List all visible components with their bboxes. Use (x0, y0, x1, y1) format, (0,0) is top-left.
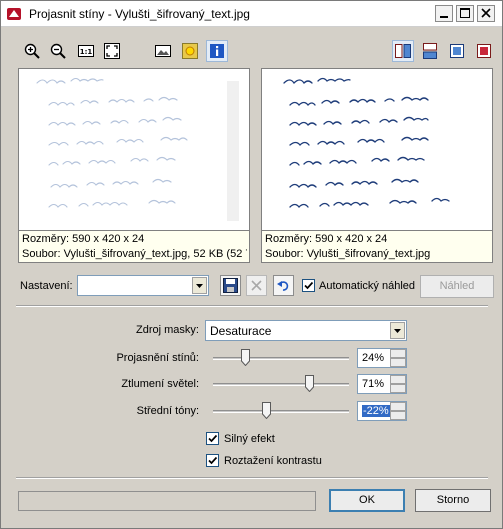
shadow-brighten-value[interactable]: 24% (362, 352, 384, 364)
zoom-out-icon (50, 43, 66, 59)
original-file-info: Soubor: Vylušti_šifrovaný_text.jpg, 52 K… (22, 248, 247, 260)
spin-up-button[interactable] (390, 402, 406, 411)
preview-button[interactable]: Náhled (420, 275, 494, 298)
highlight-dim-thumb[interactable] (305, 375, 314, 392)
info-button[interactable] (206, 40, 228, 62)
mask-source-dropdown-button[interactable] (390, 322, 405, 339)
midtones-label: Střední tóny: (136, 405, 199, 417)
window-title: Projasnit stíny - Vylušti_šifrovaný_text… (29, 7, 250, 21)
cancel-button[interactable]: Storno (415, 489, 491, 512)
preset-label: Nastavení: (20, 280, 73, 292)
chevron-down-icon (394, 329, 401, 333)
compare-image-button[interactable] (152, 40, 174, 62)
split-vertical-button[interactable] (392, 40, 414, 62)
handwriting-image-enhanced (283, 77, 450, 208)
mask-source-value: Desaturace (210, 324, 272, 338)
checkmark-icon (208, 456, 218, 465)
preset-select[interactable] (77, 275, 209, 296)
split-horizontal-button[interactable] (419, 40, 441, 62)
delete-preset-button[interactable] (246, 275, 267, 296)
mask-source-select[interactable]: Desaturace (205, 320, 407, 341)
separator (16, 305, 488, 307)
stretch-contrast-checkbox[interactable] (206, 454, 219, 467)
preset-dropdown-button[interactable] (192, 277, 207, 294)
mask-source-label: Zdroj masky: (136, 324, 199, 336)
shadow-brighten-spinner[interactable]: 24% (357, 348, 407, 368)
shadow-brighten-label: Projasnění stínů: (116, 352, 199, 364)
preview-only-icon (477, 44, 491, 58)
ok-button[interactable]: OK (329, 489, 405, 512)
highlight-dim-label: Ztlumení světel: (121, 378, 199, 390)
zoom-in-button[interactable] (21, 40, 43, 62)
preview-image (262, 69, 492, 231)
preview-image-pane: Rozměry: 590 x 420 x 24 Soubor: Vylušti_… (261, 68, 493, 263)
split-horizontal-icon (423, 43, 437, 59)
stretch-contrast-label: Roztažení kontrastu (224, 455, 322, 467)
minimize-button[interactable] (435, 5, 453, 22)
midtones-value[interactable]: -22% (362, 405, 390, 417)
single-view-button[interactable] (446, 40, 468, 62)
spin-down-button[interactable] (390, 411, 406, 420)
auto-preview-checkbox[interactable] (302, 279, 315, 292)
svg-text:1:1: 1:1 (80, 48, 93, 56)
maximize-button[interactable] (456, 5, 474, 22)
single-view-icon (450, 44, 464, 58)
separator (16, 477, 488, 479)
progress-bar (18, 491, 316, 511)
shadow-brighten-thumb[interactable] (241, 349, 250, 366)
strong-effect-label: Silný efekt (224, 433, 275, 445)
split-vertical-icon (395, 44, 411, 58)
dialog-window: Projasnit stíny - Vylušti_šifrovaný_text… (0, 0, 503, 529)
midtones-track (213, 410, 349, 413)
fit-window-icon (104, 43, 120, 59)
maximize-icon (460, 8, 470, 18)
shadow-brighten-track (213, 357, 349, 360)
delete-icon (251, 280, 262, 291)
actual-size-button[interactable]: 1:1 (75, 40, 97, 62)
minimize-icon (440, 16, 448, 18)
app-icon (7, 8, 21, 20)
checkmark-icon (304, 281, 314, 290)
spin-up-button[interactable] (390, 349, 406, 358)
highlight-dim-spinner[interactable]: 71% (357, 374, 407, 394)
handwriting-image-faint (36, 77, 239, 221)
checkmark-icon (208, 434, 218, 443)
zoom-in-icon (24, 43, 40, 59)
original-image (19, 69, 249, 231)
zoom-out-button[interactable] (47, 40, 69, 62)
close-icon (481, 8, 491, 18)
strong-effect-checkbox[interactable] (206, 432, 219, 445)
sun-icon (182, 43, 198, 59)
preview-file-info: Soubor: Vylušti_šifrovaný_text.jpg (265, 248, 431, 260)
highlight-dim-track (213, 383, 349, 386)
title-bar: Projasnit stíny - Vylušti_šifrovaný_text… (1, 1, 502, 27)
chevron-down-icon (196, 284, 203, 288)
original-image-pane: Rozměry: 590 x 420 x 24 Soubor: Vylušti_… (18, 68, 250, 263)
spin-up-button[interactable] (390, 375, 406, 384)
fit-window-button[interactable] (101, 40, 123, 62)
original-dimensions: Rozměry: 590 x 420 x 24 (22, 233, 145, 245)
undo-button[interactable] (273, 275, 294, 296)
save-icon (223, 278, 238, 293)
save-preset-button[interactable] (220, 275, 241, 296)
compare-image-icon (155, 45, 171, 57)
undo-icon (277, 281, 289, 291)
preview-dimensions: Rozměry: 590 x 420 x 24 (265, 233, 388, 245)
auto-preview-label: Automatický náhled (319, 280, 415, 292)
info-icon (210, 44, 224, 58)
spin-down-button[interactable] (390, 358, 406, 367)
actual-size-icon: 1:1 (78, 45, 94, 57)
spin-down-button[interactable] (390, 384, 406, 393)
midtones-thumb[interactable] (262, 402, 271, 419)
preview-only-button[interactable] (473, 40, 495, 62)
sun-button[interactable] (179, 40, 201, 62)
close-button[interactable] (477, 5, 495, 22)
highlight-dim-value[interactable]: 71% (362, 378, 384, 390)
midtones-spinner[interactable]: -22% (357, 401, 407, 421)
